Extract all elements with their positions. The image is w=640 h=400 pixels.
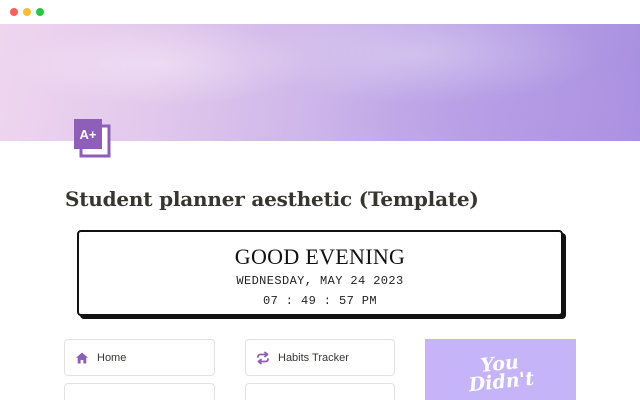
nav-card-next-right[interactable] <box>245 383 395 400</box>
app-window: A+ Student planner aesthetic (Template) … <box>0 0 640 400</box>
nav-card-next-left[interactable] <box>64 383 215 400</box>
zoom-window-button[interactable] <box>36 8 44 16</box>
window-titlebar <box>0 0 640 24</box>
nav-card-home[interactable]: Home <box>64 339 215 376</box>
close-window-button[interactable] <box>10 8 18 16</box>
page-title[interactable]: Student planner aesthetic (Template) <box>65 187 479 211</box>
nav-label-home: Home <box>97 351 127 364</box>
greeting-text: GOOD EVENING <box>234 244 406 269</box>
nav-card-habits-tracker[interactable]: Habits Tracker <box>245 339 395 376</box>
minimize-window-button[interactable] <box>23 8 31 16</box>
quote-text: You Didn't <box>425 347 576 399</box>
repeat-arrows-icon <box>256 351 270 365</box>
a-plus-document-icon[interactable]: A+ <box>73 118 111 158</box>
home-icon <box>75 351 89 365</box>
nav-label-habits-tracker: Habits Tracker <box>278 351 349 364</box>
page-icon-text: A+ <box>80 127 97 142</box>
date-text: WEDNESDAY, MAY 24 2023 <box>236 274 404 288</box>
time-text: 07 : 49 : 57 PM <box>262 294 378 308</box>
quote-image-card: You Didn't <box>425 339 576 400</box>
clock-widget: GOOD EVENING WEDNESDAY, MAY 24 2023 07 :… <box>77 230 563 316</box>
